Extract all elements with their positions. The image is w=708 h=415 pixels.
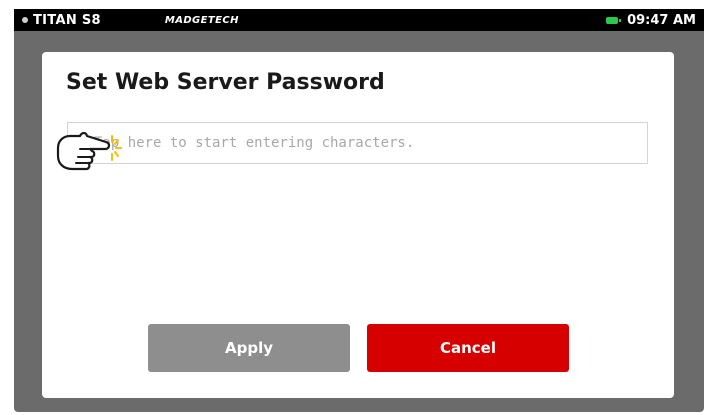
- cancel-button[interactable]: Cancel: [367, 324, 569, 372]
- apply-button[interactable]: Apply: [148, 324, 350, 372]
- status-bar: TITAN S8 MADGETECH 09:47 AM: [14, 9, 704, 31]
- password-dialog: Set Web Server Password Tap here to star…: [42, 52, 674, 398]
- password-input[interactable]: Tap here to start entering characters.: [67, 122, 648, 164]
- dialog-title: Set Web Server Password: [66, 70, 385, 95]
- status-dot-icon: [22, 17, 28, 23]
- brand-logo: MADGETECH: [164, 14, 239, 26]
- clock: 09:47 AM: [627, 12, 696, 28]
- device-name: TITAN S8: [33, 12, 101, 28]
- battery-icon: [606, 16, 622, 24]
- pointing-hand-icon: [56, 131, 122, 171]
- input-placeholder: Tap here to start entering characters.: [94, 135, 415, 151]
